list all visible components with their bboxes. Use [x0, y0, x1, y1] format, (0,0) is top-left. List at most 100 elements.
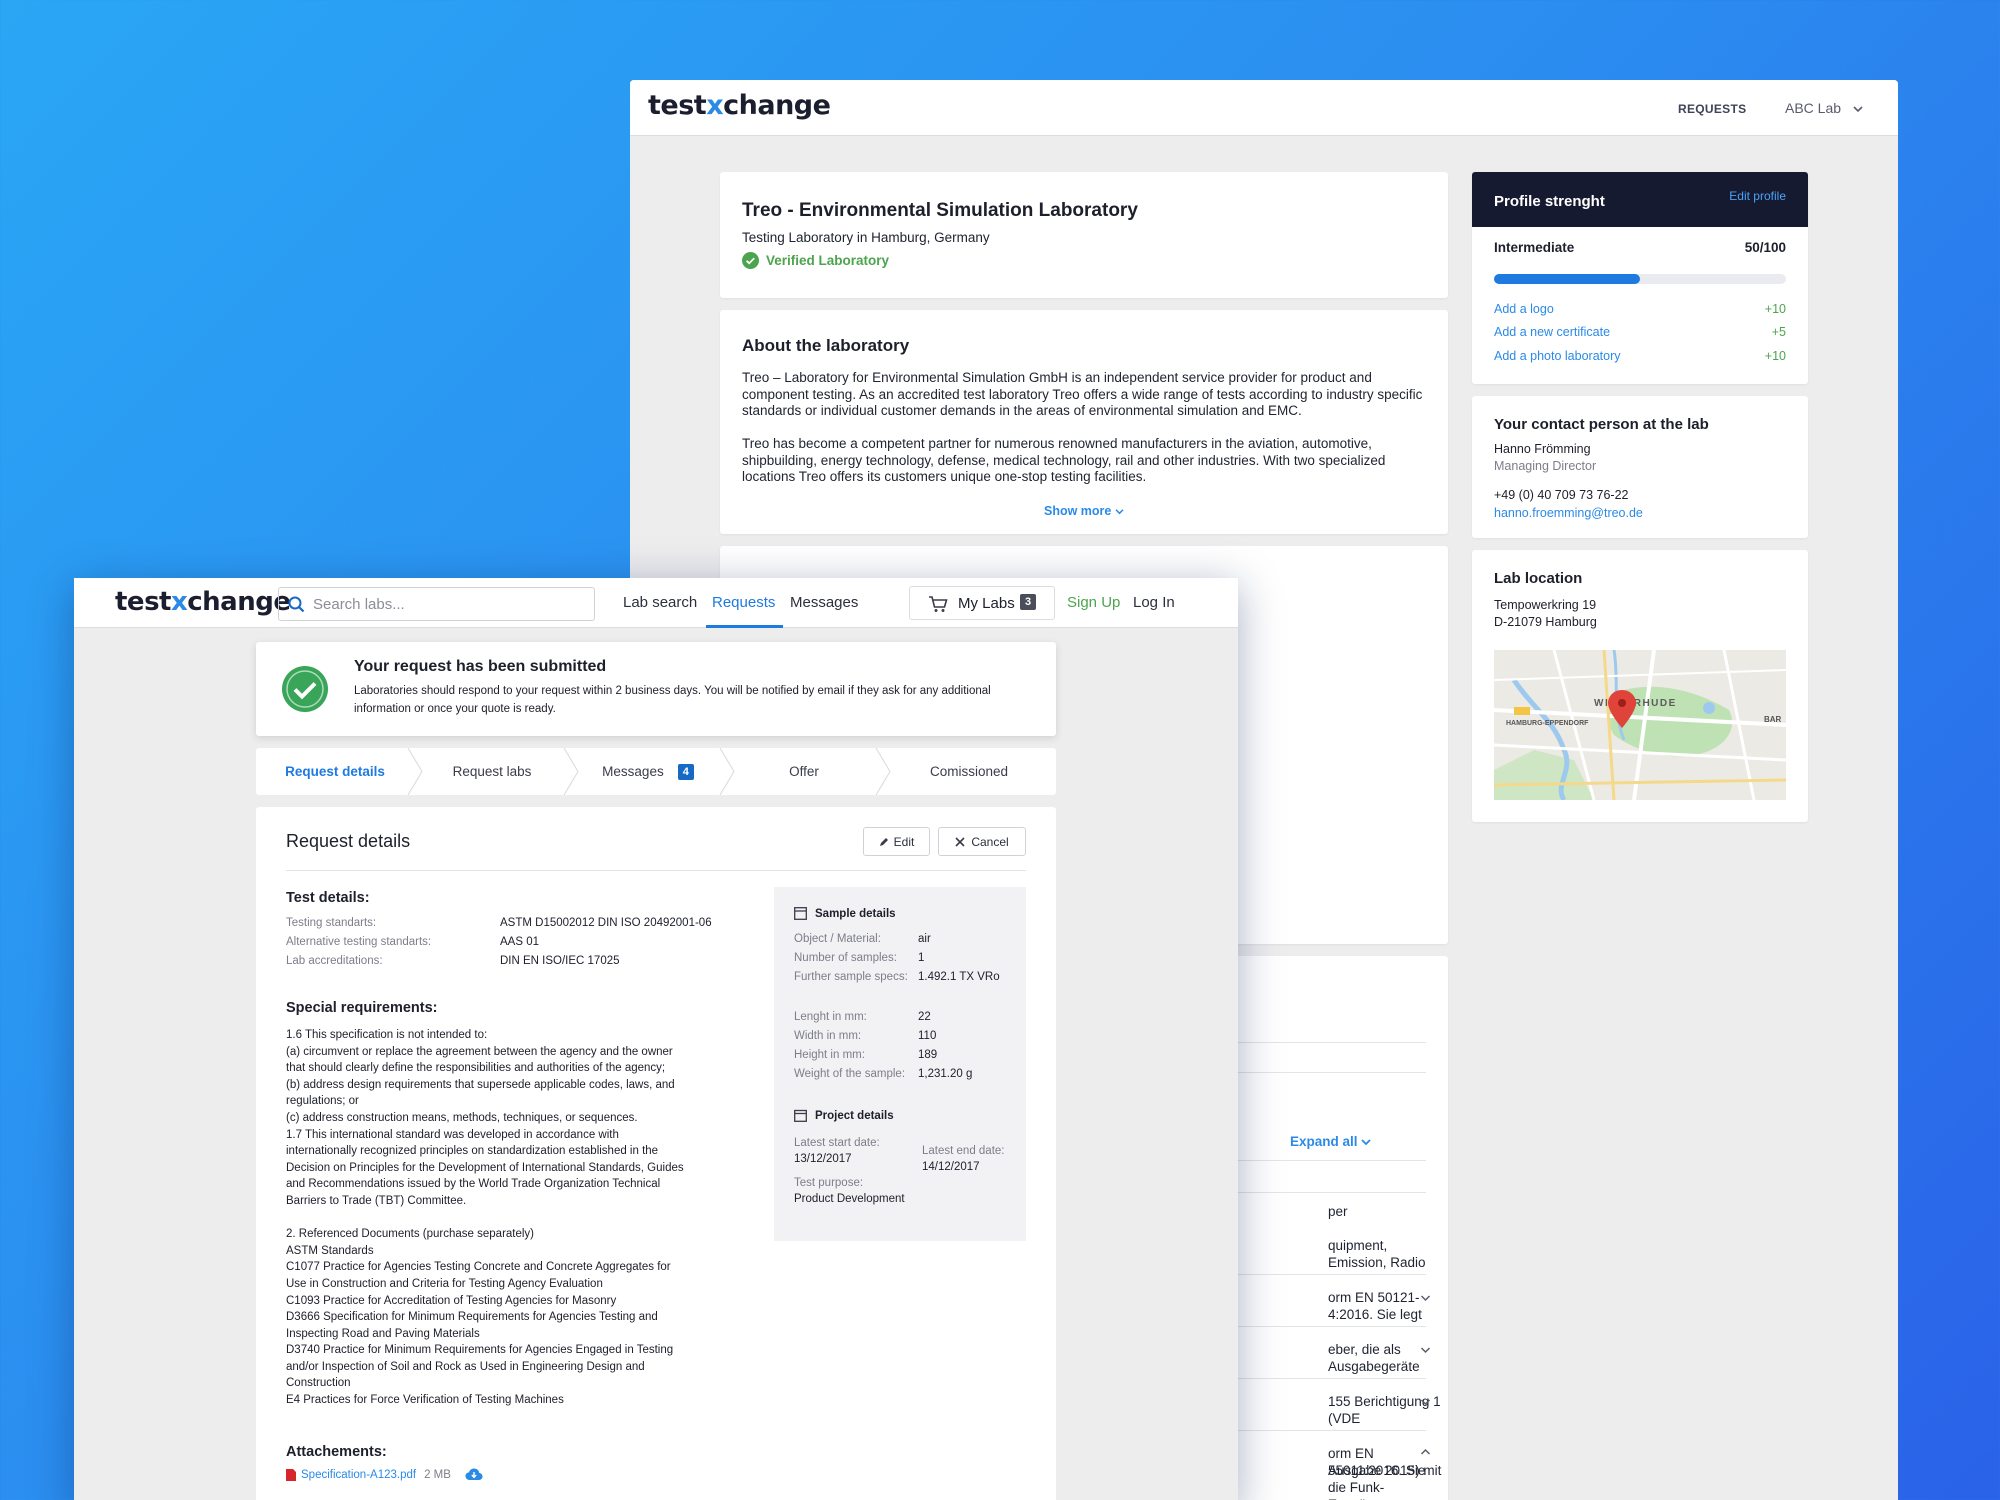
chevron-up-icon[interactable]	[1420, 1448, 1431, 1456]
log-in-link[interactable]: Log In	[1133, 594, 1175, 611]
profile-score: 50/100	[1744, 240, 1786, 255]
points-badge: +5	[1771, 325, 1786, 339]
test-details-list: Testing standarts: ASTM D15002012 DIN ISO…	[286, 914, 712, 971]
about-paragraph-1: Treo – Laboratory for Environmental Simu…	[742, 370, 1423, 418]
contact-role: Managing Director	[1494, 459, 1597, 473]
about-card: About the laboratory Treo – Laboratory f…	[720, 310, 1448, 534]
chevron-down-icon	[1361, 1139, 1371, 1146]
banner-title: Your request has been submitted	[354, 658, 607, 675]
profile-progress-fill	[1494, 274, 1640, 284]
add-certificate-link[interactable]: Add a new certificate	[1494, 325, 1610, 339]
add-logo-link[interactable]: Add a logo	[1494, 302, 1554, 316]
edit-profile-link[interactable]: Edit profile	[1729, 189, 1786, 203]
messages-count: 4	[677, 763, 694, 780]
points-badge: +10	[1764, 302, 1786, 316]
banner-text: information or once your quote is ready.	[354, 703, 556, 715]
step-request-labs[interactable]: Request labs	[414, 748, 570, 795]
sign-up-link[interactable]: Sign Up	[1067, 594, 1120, 611]
step-offer[interactable]: Offer	[726, 748, 882, 795]
nav-requests[interactable]: Requests	[712, 594, 775, 611]
location-title: Lab location	[1494, 570, 1583, 587]
purpose-block: Test purpose: Product Development	[794, 1177, 905, 1205]
start-date: 13/12/2017	[794, 1153, 852, 1165]
chevron-down-icon	[1115, 509, 1124, 515]
search-box[interactable]: Search labs...	[278, 587, 595, 621]
my-labs-button[interactable]: My Labs 3	[909, 586, 1055, 620]
attachment-size: 2 MB	[424, 1468, 451, 1481]
map-label: HAMBURG-EPPENDORF	[1506, 720, 1589, 727]
points-badge: +10	[1764, 349, 1786, 363]
progress-steps: Request details Request labs Messages 4 O…	[256, 748, 1056, 795]
list-item: quipment, Emission, Radio	[1328, 1238, 1426, 1270]
contact-name: Hanno Frömming	[1494, 442, 1591, 456]
location-card: Lab location Tempowerkring 19 D-21079 Ha…	[1472, 550, 1808, 822]
pencil-icon	[879, 837, 888, 846]
project-details-title: Project details	[794, 1109, 894, 1122]
request-details-card: Request details Edit Cancel Test details…	[256, 807, 1056, 1500]
header: testxchange REQUESTS ABC Lab	[630, 80, 1898, 136]
active-tab-indicator	[706, 625, 783, 628]
end-date-block: Latest end date: 14/12/2017	[922, 1145, 1005, 1173]
profile-strength-header: Profile strenght Edit profile	[1472, 172, 1808, 227]
special-requirements-title: Special requirements:	[286, 1000, 438, 1016]
profile-level: Intermediate	[1494, 240, 1575, 255]
attachment-item: Specification-A123.pdf 2 MB	[286, 1468, 483, 1481]
banner-text: Laboratories should respond to your requ…	[354, 685, 991, 697]
sample-panel: Sample details Object / Material: air Num…	[774, 887, 1026, 1241]
list-item: Ausgabe 2015) mit	[1328, 1463, 1442, 1478]
attachment-link[interactable]: Specification-A123.pdf	[301, 1469, 416, 1481]
check-circle-icon	[282, 666, 328, 712]
about-title: About the laboratory	[742, 336, 910, 355]
end-date: 14/12/2017	[922, 1161, 980, 1173]
test-purpose: Product Development	[794, 1193, 905, 1205]
lab-subtitle: Testing Laboratory in Hamburg, Germany	[742, 230, 990, 245]
sample-details-list: Object / Material: air Number of samples:…	[794, 933, 1000, 983]
request-details-title: Request details	[286, 831, 411, 851]
logo[interactable]: testxchange	[115, 587, 291, 617]
header: testxchange Search labs... Lab search Re…	[74, 578, 1238, 628]
search-icon	[288, 596, 305, 613]
pdf-file-icon	[286, 1468, 296, 1481]
nav-messages[interactable]: Messages	[790, 594, 858, 611]
testing-standards-value: ASTM D15002012 DIN ISO 20492001-06	[500, 917, 712, 929]
calendar-icon	[794, 1109, 807, 1122]
close-icon	[955, 836, 965, 847]
chevron-down-icon	[1853, 106, 1863, 113]
step-messages[interactable]: Messages 4	[570, 748, 726, 795]
my-labs-count: 3	[1020, 594, 1037, 610]
edit-button[interactable]: Edit	[863, 827, 930, 856]
attachments-title: Attachements:	[286, 1444, 387, 1460]
nav-requests[interactable]: REQUESTS	[1678, 102, 1746, 116]
search-input[interactable]: Search labs...	[313, 596, 405, 613]
chevron-down-icon[interactable]	[1420, 1346, 1431, 1354]
map-label: BAR	[1764, 715, 1782, 724]
location-map[interactable]: HAMBURG-EPPENDORF WINTERHUDE BAR	[1494, 650, 1786, 800]
list-item: per	[1328, 1204, 1348, 1219]
add-photo-link[interactable]: Add a photo laboratory	[1494, 349, 1620, 363]
chevron-down-icon[interactable]	[1420, 1398, 1431, 1406]
profile-strength-title: Profile strenght	[1494, 193, 1605, 210]
contact-email-link[interactable]: hanno.froemming@treo.de	[1494, 506, 1643, 520]
logo[interactable]: testxchange	[648, 90, 831, 121]
box-icon	[794, 907, 807, 920]
expand-all-link[interactable]: Expand all	[1290, 1134, 1371, 1149]
list-item: die Funk-Entstörung von	[1328, 1480, 1419, 1500]
about-paragraph-2: Treo has become a competent partner for …	[742, 436, 1386, 484]
nav-lab-search[interactable]: Lab search	[623, 594, 697, 611]
cart-icon	[929, 596, 948, 612]
show-more-link[interactable]: Show more	[1044, 504, 1124, 518]
contact-title: Your contact person at the lab	[1494, 416, 1709, 433]
special-requirements-text: 1.6 This specification is not intended t…	[286, 1029, 684, 1407]
profile-progress-bar	[1494, 274, 1786, 284]
step-comissioned[interactable]: Comissioned	[882, 748, 1056, 795]
lab-account-menu[interactable]: ABC Lab	[1785, 100, 1863, 116]
lab-name: Treo - Environmental Simulation Laborato…	[742, 200, 1138, 221]
chevron-down-icon[interactable]	[1420, 1294, 1431, 1302]
sample-details-title: Sample details	[794, 907, 896, 920]
verified-badge: Verified Laboratory	[742, 252, 889, 269]
cancel-button[interactable]: Cancel	[938, 827, 1026, 856]
cloud-download-icon[interactable]	[465, 1468, 483, 1481]
step-request-details[interactable]: Request details	[256, 748, 414, 795]
contact-phone: +49 (0) 40 709 73 76-22	[1494, 488, 1629, 502]
sample-dimensions-list: Lenght in mm: 22 Width in mm: 110 Height i…	[794, 1011, 973, 1080]
